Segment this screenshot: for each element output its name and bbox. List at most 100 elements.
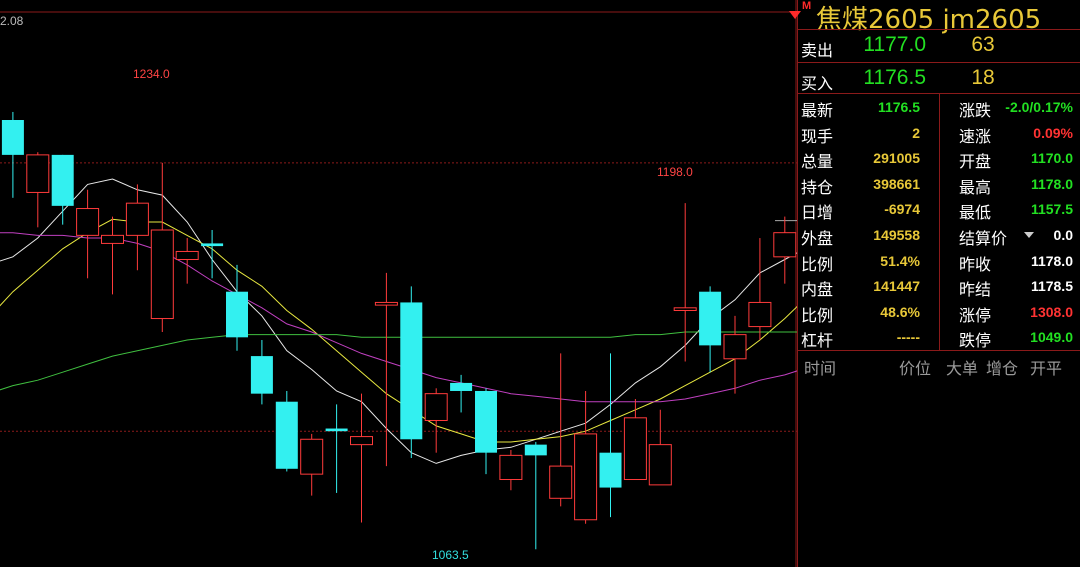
- stat-value: 1308.0: [1030, 303, 1073, 320]
- candle-body: [226, 291, 248, 338]
- divider: [798, 29, 1080, 30]
- quote-panel: M 焦煤2605 jm2605 卖出 1177.0 63 买入 1176.5 1…: [789, 0, 1080, 567]
- stat-label: 跌停: [959, 331, 992, 351]
- ma-line-ma60: [0, 331, 797, 391]
- candle-body: [201, 243, 224, 247]
- stat-value: 2: [912, 124, 920, 141]
- market-badge: M: [802, 0, 812, 12]
- sell-label: 卖出: [801, 41, 834, 60]
- candle-body: [325, 428, 348, 432]
- stat-value: 149558: [873, 227, 920, 243]
- buy-price: 1176.5: [863, 66, 926, 89]
- candle-body: [574, 433, 598, 521]
- stat-value: 0.0: [1053, 227, 1073, 243]
- stat-value: 141447: [873, 278, 920, 295]
- stat-value: 1157.5: [1030, 201, 1073, 218]
- header-big-order: 大单: [946, 359, 979, 378]
- stat-label: 速涨: [959, 126, 992, 146]
- stat-label: 最高: [959, 177, 992, 197]
- stat-label: 现手: [801, 126, 834, 146]
- stat-value: -6974: [884, 201, 920, 218]
- stat-label: 日增: [801, 203, 834, 223]
- stat-label: 昨收: [959, 254, 992, 274]
- candle-body: [1, 120, 24, 155]
- candle-body: [175, 250, 199, 261]
- sell-volume: 63: [971, 33, 995, 56]
- stats-column-divider: [939, 93, 940, 350]
- candle-body: [250, 356, 273, 394]
- candle-body: [599, 452, 622, 488]
- candle-body: [723, 334, 747, 360]
- candle-body: [623, 417, 647, 481]
- stat-value: -2.0/0.17%: [1005, 99, 1073, 115]
- contract-name: 焦煤2605: [816, 5, 935, 35]
- divider: [798, 62, 1080, 63]
- candle-body: [350, 436, 373, 446]
- candle-body: [300, 438, 324, 475]
- stat-value: 1178.5: [1030, 278, 1073, 295]
- candle-body: [125, 202, 149, 236]
- candle-body: [51, 154, 74, 206]
- market-triangle-icon: [789, 11, 801, 19]
- candle-body: [76, 208, 100, 236]
- ma-line-ma10: [0, 218, 797, 443]
- stat-value: -----: [896, 329, 920, 346]
- buy-volume: 18: [971, 66, 995, 89]
- candle-body: [424, 393, 448, 421]
- stat-label: 比例: [801, 254, 834, 274]
- stat-value: 51.4%: [880, 252, 920, 269]
- stat-label: 外盘: [801, 229, 834, 248]
- stat-value: 0.09%: [1033, 124, 1073, 141]
- stat-label: 持仓: [801, 177, 834, 197]
- low-price-label: 1063.5: [432, 548, 469, 562]
- candle-body: [150, 229, 174, 320]
- stat-value: 1176.5: [877, 99, 920, 115]
- header-time: 时间: [804, 359, 837, 378]
- ma-line-ma20: [0, 232, 797, 403]
- stat-label: 昨结: [959, 280, 992, 300]
- header-open-close: 开平: [1030, 359, 1063, 378]
- contract-title: 焦煤2605 jm2605: [816, 0, 1041, 36]
- candle-body: [699, 291, 722, 346]
- stat-value: 1178.0: [1030, 175, 1073, 192]
- stat-value: 1049.0: [1030, 329, 1073, 346]
- candle-body: [648, 444, 672, 486]
- recent-high-label: 1198.0: [657, 165, 693, 179]
- stat-value: 48.6%: [880, 303, 920, 320]
- candle-body: [275, 401, 298, 469]
- candle-body: [499, 454, 523, 481]
- high-price-label: 1234.0: [133, 67, 170, 81]
- stat-label: 开盘: [959, 152, 992, 172]
- candle-body: [549, 465, 573, 499]
- stat-value: 1170.0: [1030, 150, 1073, 167]
- title-row: M 焦煤2605 jm2605: [789, 0, 1080, 35]
- buy-label: 买入: [801, 74, 834, 93]
- stat-label: 涨停: [959, 305, 992, 325]
- candle-body: [475, 390, 497, 453]
- candle-body: [524, 444, 547, 456]
- stat-label: 最新: [801, 101, 834, 120]
- stat-value: 1178.0: [1030, 252, 1073, 269]
- header-price: 价位: [899, 359, 932, 378]
- candle-body: [450, 382, 473, 391]
- candle-body: [673, 307, 697, 311]
- ma-line-ma5: [0, 178, 797, 464]
- stat-label: 内盘: [801, 280, 834, 300]
- candle-body: [26, 154, 50, 193]
- stat-label: 杠杆: [801, 331, 834, 351]
- candle-body: [748, 301, 772, 328]
- candle-body: [374, 301, 398, 306]
- candlestick-chart[interactable]: 2.08 1234.0 1198.0 1063.5: [0, 0, 797, 567]
- sell-price: 1177.0: [863, 33, 926, 56]
- divider: [798, 350, 1080, 351]
- candle-body: [400, 302, 423, 440]
- header-oi-change: 增仓: [986, 359, 1019, 378]
- contract-code: jm2605: [942, 5, 1042, 35]
- stat-label: 涨跌: [959, 101, 992, 120]
- stat-value: 398661: [873, 175, 920, 192]
- candle-body: [773, 232, 797, 258]
- chart-canvas[interactable]: [0, 0, 797, 567]
- candle-body: [101, 234, 124, 244]
- top-left-axis-label: 2.08: [0, 14, 24, 28]
- stat-label: 比例: [801, 305, 834, 325]
